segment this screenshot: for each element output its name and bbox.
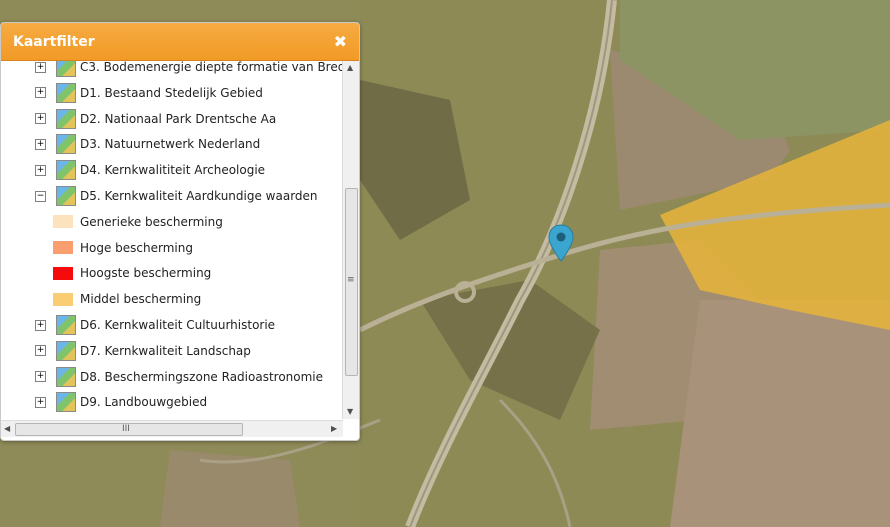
- field-brown-southeast: [670, 300, 890, 527]
- layer-row[interactable]: + D6. Kernkwaliteit Cultuurhistorie: [1, 314, 275, 336]
- legend-swatch: [53, 241, 73, 255]
- layer-map-icon: [56, 160, 76, 181]
- layer-row[interactable]: + D1. Bestaand Stedelijk Gebied: [1, 82, 263, 104]
- layer-label: D8. Beschermingszone Radioastronomie: [80, 369, 324, 384]
- expand-icon[interactable]: +: [35, 87, 46, 99]
- location-marker-icon[interactable]: [548, 224, 574, 266]
- panel-header: Kaartfilter ✖: [1, 23, 359, 61]
- expand-icon[interactable]: +: [35, 319, 46, 331]
- layer-map-icon: [56, 186, 76, 206]
- scroll-right-icon[interactable]: ▶: [331, 424, 337, 433]
- layer-label: D6. Kernkwaliteit Cultuurhistorie: [80, 318, 276, 332]
- scroll-grip-icon: ≡: [347, 275, 355, 285]
- layer-label: D3. Natuurnetwerk Nederland: [80, 137, 261, 152]
- scroll-grip-horizontal-icon: III: [122, 424, 130, 434]
- kaartfilter-panel: Kaartfilter ✖ + C3. Bodemenergie diepte f…: [0, 22, 360, 441]
- layer-row[interactable]: + D8. Beschermingszone Radioastronomie: [1, 366, 323, 388]
- collapse-icon[interactable]: −: [35, 190, 46, 202]
- layer-label: D2. Nationaal Park Drentsche Aa: [80, 111, 277, 126]
- scroll-down-icon[interactable]: ▼: [347, 407, 353, 416]
- legend-item[interactable]: Generieke bescherming: [1, 211, 223, 233]
- legend-swatch: [53, 215, 73, 229]
- legend-label: Generieke bescherming: [80, 214, 223, 229]
- layer-row[interactable]: + D2. Nationaal Park Drentsche Aa: [1, 108, 276, 130]
- layer-map-icon: [56, 392, 76, 413]
- layer-label: C3. Bodemenergie diepte formatie van Bre…: [80, 61, 343, 74]
- vertical-scroll-thumb[interactable]: ≡: [345, 188, 358, 376]
- expand-icon[interactable]: +: [35, 371, 46, 383]
- layer-map-icon: [56, 61, 76, 77]
- expand-icon[interactable]: +: [35, 61, 46, 73]
- layer-label: D4. Kernkwalititeit Archeologie: [80, 163, 266, 178]
- legend-item[interactable]: Middel bescherming: [1, 288, 201, 310]
- horizontal-scrollbar[interactable]: ◀ III ▶: [1, 420, 343, 437]
- scroll-up-icon[interactable]: ▲: [347, 63, 353, 72]
- expand-icon[interactable]: +: [35, 345, 46, 357]
- expand-icon[interactable]: +: [35, 164, 46, 176]
- layer-row[interactable]: − D5. Kernkwaliteit Aardkundige waarden: [1, 185, 318, 207]
- legend-label: Hoogste bescherming: [80, 266, 212, 281]
- layer-map-icon: [56, 366, 76, 387]
- legend-label: Middel bescherming: [80, 292, 202, 307]
- expand-icon[interactable]: +: [35, 396, 46, 408]
- layer-row[interactable]: + D3. Natuurnetwerk Nederland: [1, 133, 260, 155]
- horizontal-scroll-thumb[interactable]: III: [15, 423, 243, 436]
- legend-swatch: [53, 266, 73, 280]
- vertical-scrollbar[interactable]: ▲ ≡ ▼: [342, 61, 359, 419]
- legend-label: Hoge bescherming: [80, 240, 193, 255]
- layer-map-icon: [56, 340, 76, 361]
- panel-title: Kaartfilter: [13, 33, 95, 50]
- layer-map-icon: [56, 108, 76, 129]
- expand-icon[interactable]: +: [35, 138, 46, 150]
- layer-row[interactable]: + D7. Kernkwaliteit Landschap: [1, 340, 251, 362]
- scroll-left-icon[interactable]: ◀: [4, 424, 10, 433]
- close-icon[interactable]: ✖: [334, 32, 347, 51]
- layer-map-icon: [56, 315, 76, 335]
- layer-row[interactable]: + D9. Landbouwgebied: [1, 391, 207, 413]
- layer-list: + C3. Bodemenergie diepte formatie van Br…: [1, 61, 343, 419]
- layer-row[interactable]: + D4. Kernkwalititeit Archeologie: [1, 159, 265, 181]
- layer-map-icon: [56, 82, 76, 103]
- layer-label: D5. Kernkwaliteit Aardkundige waarden: [80, 189, 318, 203]
- layer-label: D1. Bestaand Stedelijk Gebied: [80, 85, 263, 100]
- legend-item[interactable]: Hoge bescherming: [1, 237, 193, 259]
- layer-label: D9. Landbouwgebied: [80, 395, 208, 410]
- layer-label: D7. Kernkwaliteit Landschap: [80, 343, 251, 358]
- layer-map-icon: [56, 134, 76, 155]
- legend-item[interactable]: Hoogste bescherming: [1, 262, 211, 284]
- legend-swatch: [53, 292, 73, 306]
- layer-row[interactable]: + C3. Bodemenergie diepte formatie van Br…: [1, 61, 343, 78]
- expand-icon[interactable]: +: [35, 113, 46, 125]
